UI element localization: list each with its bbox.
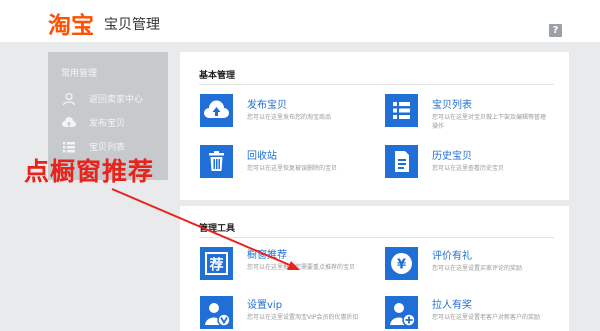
red-arrow-icon	[111, 188, 300, 270]
